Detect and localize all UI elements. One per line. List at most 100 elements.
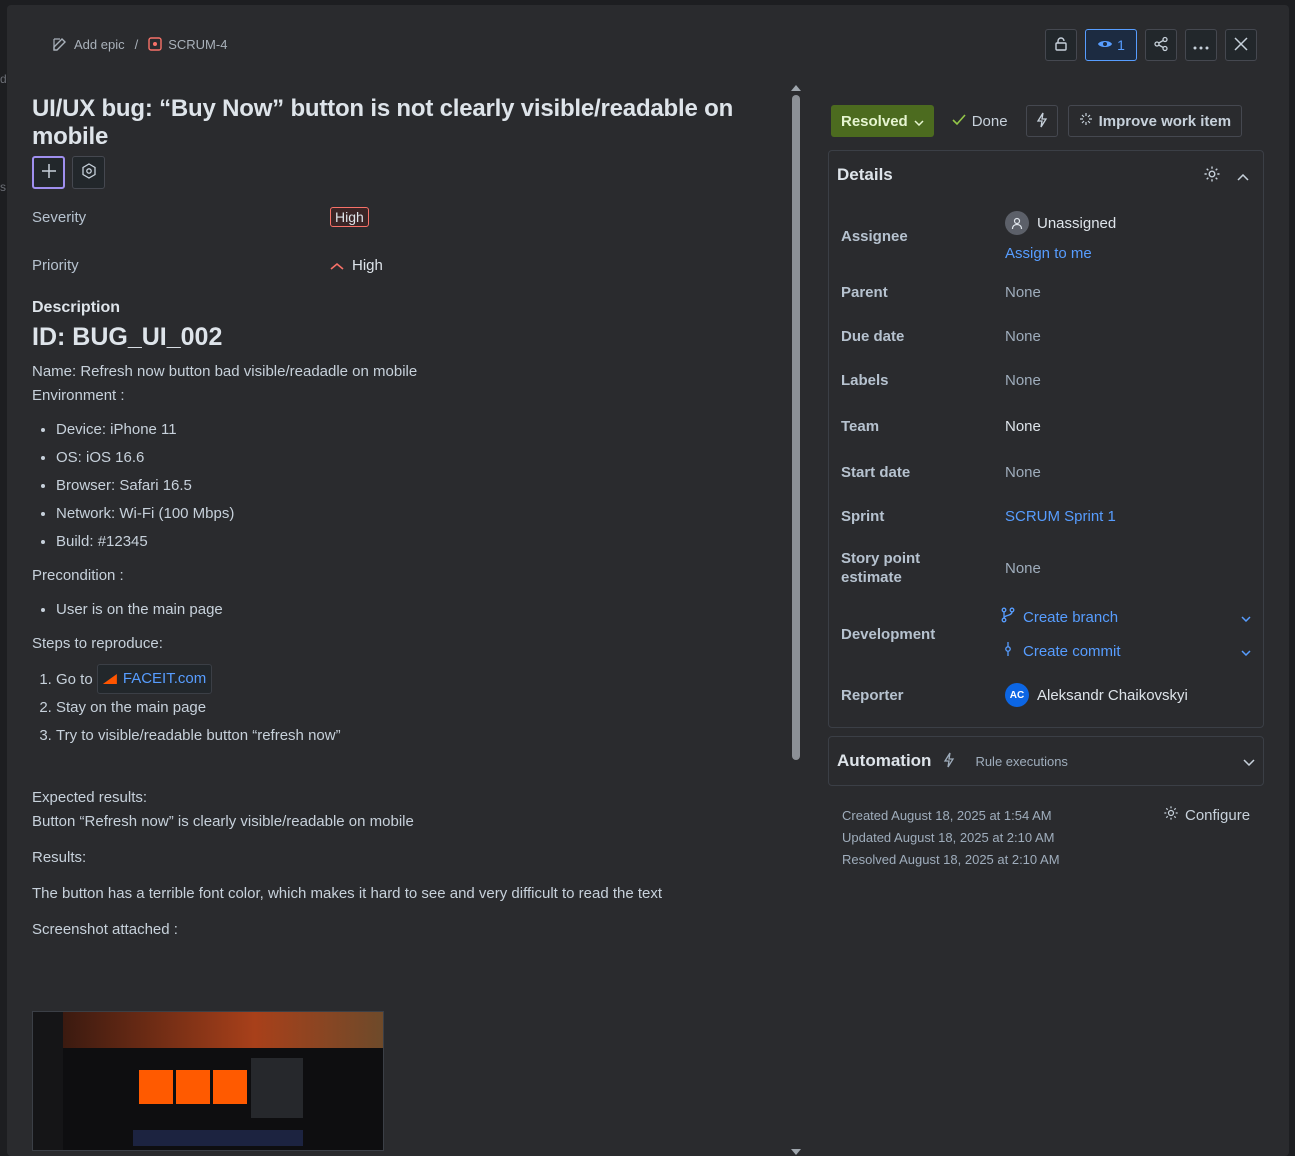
story-point-label: Story point estimate — [841, 549, 1005, 587]
assignee-field[interactable]: Unassigned — [1005, 211, 1116, 235]
parent-value[interactable]: None — [1005, 284, 1041, 301]
more-actions-button[interactable] — [1185, 29, 1217, 61]
sparkle-icon — [1079, 112, 1093, 130]
chevron-up-icon[interactable] — [1237, 168, 1249, 184]
automation-heading: Automation — [837, 751, 932, 770]
status-dropdown[interactable]: Resolved — [831, 105, 934, 137]
automation-panel[interactable]: Automation Rule executions — [828, 736, 1264, 786]
screenshot-card — [213, 1070, 247, 1104]
title-actions — [32, 156, 782, 189]
list-item: Stay on the main page — [56, 694, 782, 722]
chevron-down-icon — [1241, 643, 1251, 660]
assignee-row: Assignee Unassigned Assign to me — [841, 211, 1251, 262]
gear-icon — [1163, 805, 1179, 825]
due-date-value[interactable]: None — [1005, 328, 1041, 345]
watch-count: 1 — [1117, 37, 1125, 53]
severity-value[interactable]: High — [330, 207, 369, 227]
main-content: UI/UX bug: “Buy Now” button is not clear… — [32, 95, 782, 942]
labels-label: Labels — [841, 372, 889, 389]
updated-timestamp: Updated August 18, 2025 at 2:10 AM — [842, 830, 1055, 845]
team-value[interactable]: None — [1005, 418, 1041, 435]
labels-value[interactable]: None — [1005, 372, 1041, 389]
create-branch-button[interactable]: Create branch — [1001, 607, 1251, 627]
assign-to-me-link[interactable]: Assign to me — [1005, 245, 1116, 262]
steps-label: Steps to reproduce: — [32, 635, 163, 652]
list-item: Build: #12345 — [56, 528, 782, 556]
plus-icon — [41, 163, 57, 182]
create-commit-label: Create commit — [1023, 642, 1121, 660]
chevron-down-icon — [914, 113, 924, 130]
add-button[interactable] — [32, 156, 65, 189]
development-actions: Create branch Create commit — [1001, 607, 1251, 661]
watch-button[interactable]: 1 — [1085, 29, 1137, 61]
due-date-row: Due date None — [841, 327, 1251, 346]
breadcrumb: Add epic / SCRUM-4 — [52, 36, 227, 52]
branch-icon — [1001, 607, 1015, 627]
screenshot-bottom-banner — [133, 1130, 303, 1146]
reporter-value[interactable]: AC Aleksandr Chaikovskyi — [1005, 683, 1188, 707]
start-date-row: Start date None — [841, 463, 1251, 482]
header-actions: 1 — [1045, 29, 1257, 61]
lock-button[interactable] — [1045, 29, 1077, 61]
reporter-row: Reporter AC Aleksandr Chaikovskyi — [841, 683, 1251, 707]
start-date-value[interactable]: None — [1005, 464, 1041, 481]
gear-icon[interactable] — [1203, 165, 1221, 186]
assignee-name: Unassigned — [1037, 214, 1117, 232]
lightning-icon — [1036, 112, 1048, 131]
scrollbar[interactable] — [791, 85, 801, 1155]
start-date-label: Start date — [841, 464, 911, 481]
close-button[interactable] — [1225, 29, 1257, 61]
assignee-value: Unassigned Assign to me — [1005, 211, 1116, 262]
priority-value-wrap[interactable]: High — [330, 257, 383, 274]
expected-text: Button “Refresh now” is clearly visible/… — [32, 813, 414, 830]
attached-screenshot[interactable] — [32, 1011, 384, 1151]
resolution-done: Done — [944, 113, 1016, 130]
steps-list: Go to FACEIT.com Stay on the main page T… — [56, 664, 782, 750]
created-timestamp: Created August 18, 2025 at 1:54 AM — [842, 808, 1052, 823]
bug-icon — [148, 37, 162, 51]
sprint-row: Sprint SCRUM Sprint 1 — [841, 507, 1251, 526]
resolved-timestamp: Resolved August 18, 2025 at 2:10 AM — [842, 852, 1060, 867]
list-item: Browser: Safari 16.5 — [56, 472, 782, 500]
story-point-value[interactable]: None — [1005, 560, 1041, 577]
issue-timestamps: Created August 18, 2025 at 1:54 AM Updat… — [842, 805, 1060, 871]
share-button[interactable] — [1145, 29, 1177, 61]
scroll-thumb[interactable] — [792, 95, 800, 760]
details-heading: Details — [837, 165, 893, 184]
sprint-value[interactable]: SCRUM Sprint 1 — [1005, 508, 1116, 525]
results-text: The button has a terrible font color, wh… — [32, 885, 663, 902]
story-point-row: Story point estimate None — [841, 549, 1251, 587]
status-row: Resolved Done Improve work item — [831, 105, 1243, 137]
issue-key-link[interactable]: SCRUM-4 — [148, 37, 227, 52]
hexagon-icon — [81, 163, 97, 182]
scroll-down-arrow[interactable] — [791, 1149, 801, 1155]
issue-title[interactable]: UI/UX bug: “Buy Now” button is not clear… — [32, 95, 782, 151]
apps-button[interactable] — [72, 156, 105, 189]
description-heading: Description — [32, 299, 121, 316]
add-epic-link[interactable]: Add epic — [52, 36, 125, 52]
reporter-name: Aleksandr Chaikovskyi — [1037, 686, 1188, 704]
eye-icon — [1097, 37, 1113, 53]
screenshot-card — [139, 1070, 173, 1104]
create-commit-button[interactable]: Create commit — [1001, 641, 1251, 661]
screenshot-banner — [63, 1012, 383, 1048]
faceit-link[interactable]: FACEIT.com — [96, 664, 213, 694]
improve-work-item-button[interactable]: Improve work item — [1067, 105, 1243, 137]
configure-button[interactable]: Configure — [1163, 805, 1250, 825]
lightning-icon — [943, 752, 955, 771]
priority-label: Priority — [32, 256, 79, 274]
details-head-icons — [1203, 165, 1249, 186]
status-label: Resolved — [841, 112, 908, 130]
scroll-up-arrow[interactable] — [791, 85, 801, 91]
automation-button[interactable] — [1025, 105, 1058, 137]
improve-label: Improve work item — [1098, 112, 1232, 130]
commit-icon — [1001, 641, 1015, 661]
team-row: Team None — [841, 417, 1251, 436]
team-label: Team — [841, 418, 880, 435]
faceit-link-label: FACEIT.com — [122, 670, 207, 687]
severity-label: Severity — [32, 208, 87, 226]
lock-icon — [1053, 36, 1069, 55]
environment-label: Environment : — [32, 387, 125, 404]
description[interactable]: Description ID: BUG_UI_002 Name: Refresh… — [32, 299, 782, 942]
issue-key: SCRUM-4 — [168, 36, 228, 52]
